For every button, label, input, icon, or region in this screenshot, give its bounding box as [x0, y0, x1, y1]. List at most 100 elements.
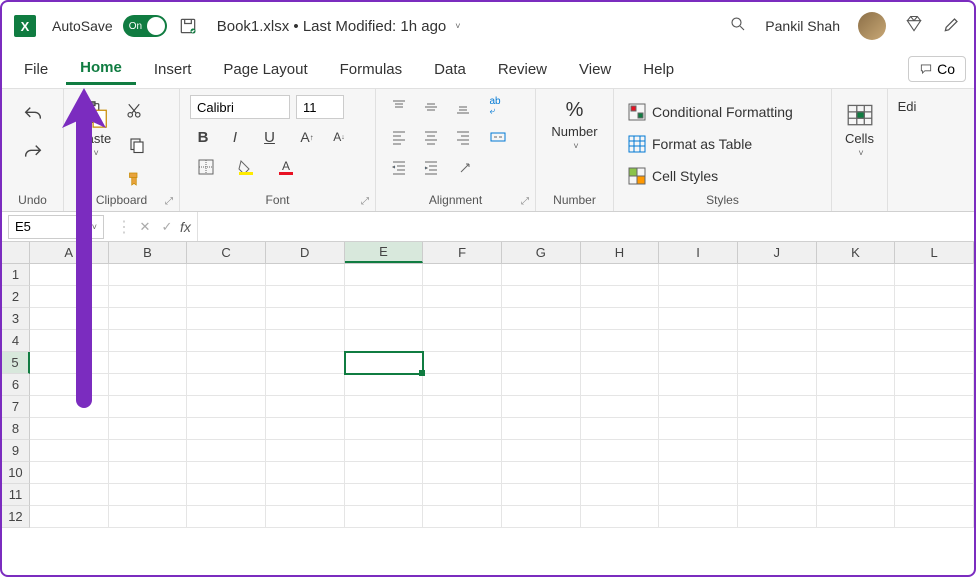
cancel-formula-button[interactable]: ✕ — [136, 219, 154, 235]
cell-C1[interactable] — [187, 264, 266, 286]
cell-G1[interactable] — [502, 264, 581, 286]
name-box[interactable]: E5 ˅ — [8, 215, 104, 239]
cell-I1[interactable] — [659, 264, 738, 286]
clipboard-launcher[interactable]: ⤢ — [165, 196, 173, 207]
cell-E6[interactable] — [345, 374, 424, 396]
cell-I5[interactable] — [659, 352, 738, 374]
cell-L12[interactable] — [895, 506, 974, 528]
cells-button[interactable]: Cells ˅ — [841, 95, 879, 162]
cell-F12[interactable] — [423, 506, 502, 528]
cell-L9[interactable] — [895, 440, 974, 462]
cell-A11[interactable] — [30, 484, 109, 506]
cell-L5[interactable] — [895, 352, 974, 374]
copy-button[interactable] — [121, 133, 155, 157]
cell-B11[interactable] — [109, 484, 188, 506]
comments-button[interactable]: Co — [908, 56, 966, 82]
fx-label[interactable]: fx — [180, 219, 191, 235]
merge-button[interactable] — [482, 125, 516, 149]
tab-review[interactable]: Review — [484, 55, 561, 84]
cell-D10[interactable] — [266, 462, 345, 484]
tab-page-layout[interactable]: Page Layout — [209, 55, 321, 84]
cell-F10[interactable] — [423, 462, 502, 484]
cell-J1[interactable] — [738, 264, 817, 286]
cell-H5[interactable] — [581, 352, 660, 374]
align-top-button[interactable] — [386, 95, 412, 119]
cell-H11[interactable] — [581, 484, 660, 506]
cell-J2[interactable] — [738, 286, 817, 308]
diamond-icon[interactable] — [904, 14, 924, 39]
col-header-G[interactable]: G — [502, 242, 581, 263]
underline-button[interactable]: U — [254, 125, 288, 149]
bold-button[interactable]: B — [190, 125, 216, 149]
autosave-toggle[interactable]: On — [123, 15, 167, 37]
increase-font-button[interactable]: A↑ — [294, 125, 320, 149]
row-header-4[interactable]: 4 — [2, 330, 30, 352]
cell-C11[interactable] — [187, 484, 266, 506]
cell-G3[interactable] — [502, 308, 581, 330]
redo-button[interactable] — [20, 141, 46, 165]
align-left-button[interactable] — [386, 125, 412, 149]
cell-K4[interactable] — [817, 330, 896, 352]
cell-F7[interactable] — [423, 396, 502, 418]
cell-L2[interactable] — [895, 286, 974, 308]
cell-K12[interactable] — [817, 506, 896, 528]
cell-E8[interactable] — [345, 418, 424, 440]
cell-J6[interactable] — [738, 374, 817, 396]
cell-L3[interactable] — [895, 308, 974, 330]
cell-C12[interactable] — [187, 506, 266, 528]
cell-K7[interactable] — [817, 396, 896, 418]
cell-E11[interactable] — [345, 484, 424, 506]
cell-C2[interactable] — [187, 286, 266, 308]
col-header-E[interactable]: E — [345, 242, 424, 263]
cell-F1[interactable] — [423, 264, 502, 286]
cell-styles-button[interactable]: Cell Styles — [624, 165, 731, 187]
cell-H8[interactable] — [581, 418, 660, 440]
col-header-J[interactable]: J — [738, 242, 817, 263]
cell-E12[interactable] — [345, 506, 424, 528]
cell-G8[interactable] — [502, 418, 581, 440]
cell-A8[interactable] — [30, 418, 109, 440]
tab-formulas[interactable]: Formulas — [326, 55, 417, 84]
cell-G10[interactable] — [502, 462, 581, 484]
cell-K10[interactable] — [817, 462, 896, 484]
col-header-F[interactable]: F — [423, 242, 502, 263]
cell-B10[interactable] — [109, 462, 188, 484]
row-header-7[interactable]: 7 — [2, 396, 30, 418]
align-right-button[interactable] — [450, 125, 476, 149]
cell-D8[interactable] — [266, 418, 345, 440]
cell-H3[interactable] — [581, 308, 660, 330]
cell-D5[interactable] — [266, 352, 345, 374]
search-icon[interactable] — [729, 15, 747, 38]
cell-A4[interactable] — [30, 330, 109, 352]
font-size-combo[interactable]: 11 — [296, 95, 344, 119]
cell-B5[interactable] — [109, 352, 188, 374]
cell-A12[interactable] — [30, 506, 109, 528]
cell-D6[interactable] — [266, 374, 345, 396]
tab-view[interactable]: View — [565, 55, 625, 84]
align-middle-button[interactable] — [418, 95, 444, 119]
tab-help[interactable]: Help — [629, 55, 688, 84]
col-header-A[interactable]: A — [30, 242, 109, 263]
cell-J12[interactable] — [738, 506, 817, 528]
number-format-button[interactable]: % Number ˅ — [547, 95, 601, 155]
align-bottom-button[interactable] — [450, 95, 476, 119]
cell-F11[interactable] — [423, 484, 502, 506]
cell-G9[interactable] — [502, 440, 581, 462]
cell-H6[interactable] — [581, 374, 660, 396]
cell-D4[interactable] — [266, 330, 345, 352]
cell-D11[interactable] — [266, 484, 345, 506]
col-header-C[interactable]: C — [187, 242, 266, 263]
cell-K1[interactable] — [817, 264, 896, 286]
cell-G5[interactable] — [502, 352, 581, 374]
cell-B3[interactable] — [109, 308, 188, 330]
cell-G12[interactable] — [502, 506, 581, 528]
cell-A2[interactable] — [30, 286, 109, 308]
cell-B12[interactable] — [109, 506, 188, 528]
cell-H7[interactable] — [581, 396, 660, 418]
cell-D9[interactable] — [266, 440, 345, 462]
row-header-3[interactable]: 3 — [2, 308, 30, 330]
cell-A1[interactable] — [30, 264, 109, 286]
font-name-combo[interactable]: Calibri — [190, 95, 290, 119]
cell-K5[interactable] — [817, 352, 896, 374]
cut-button[interactable] — [121, 99, 147, 123]
